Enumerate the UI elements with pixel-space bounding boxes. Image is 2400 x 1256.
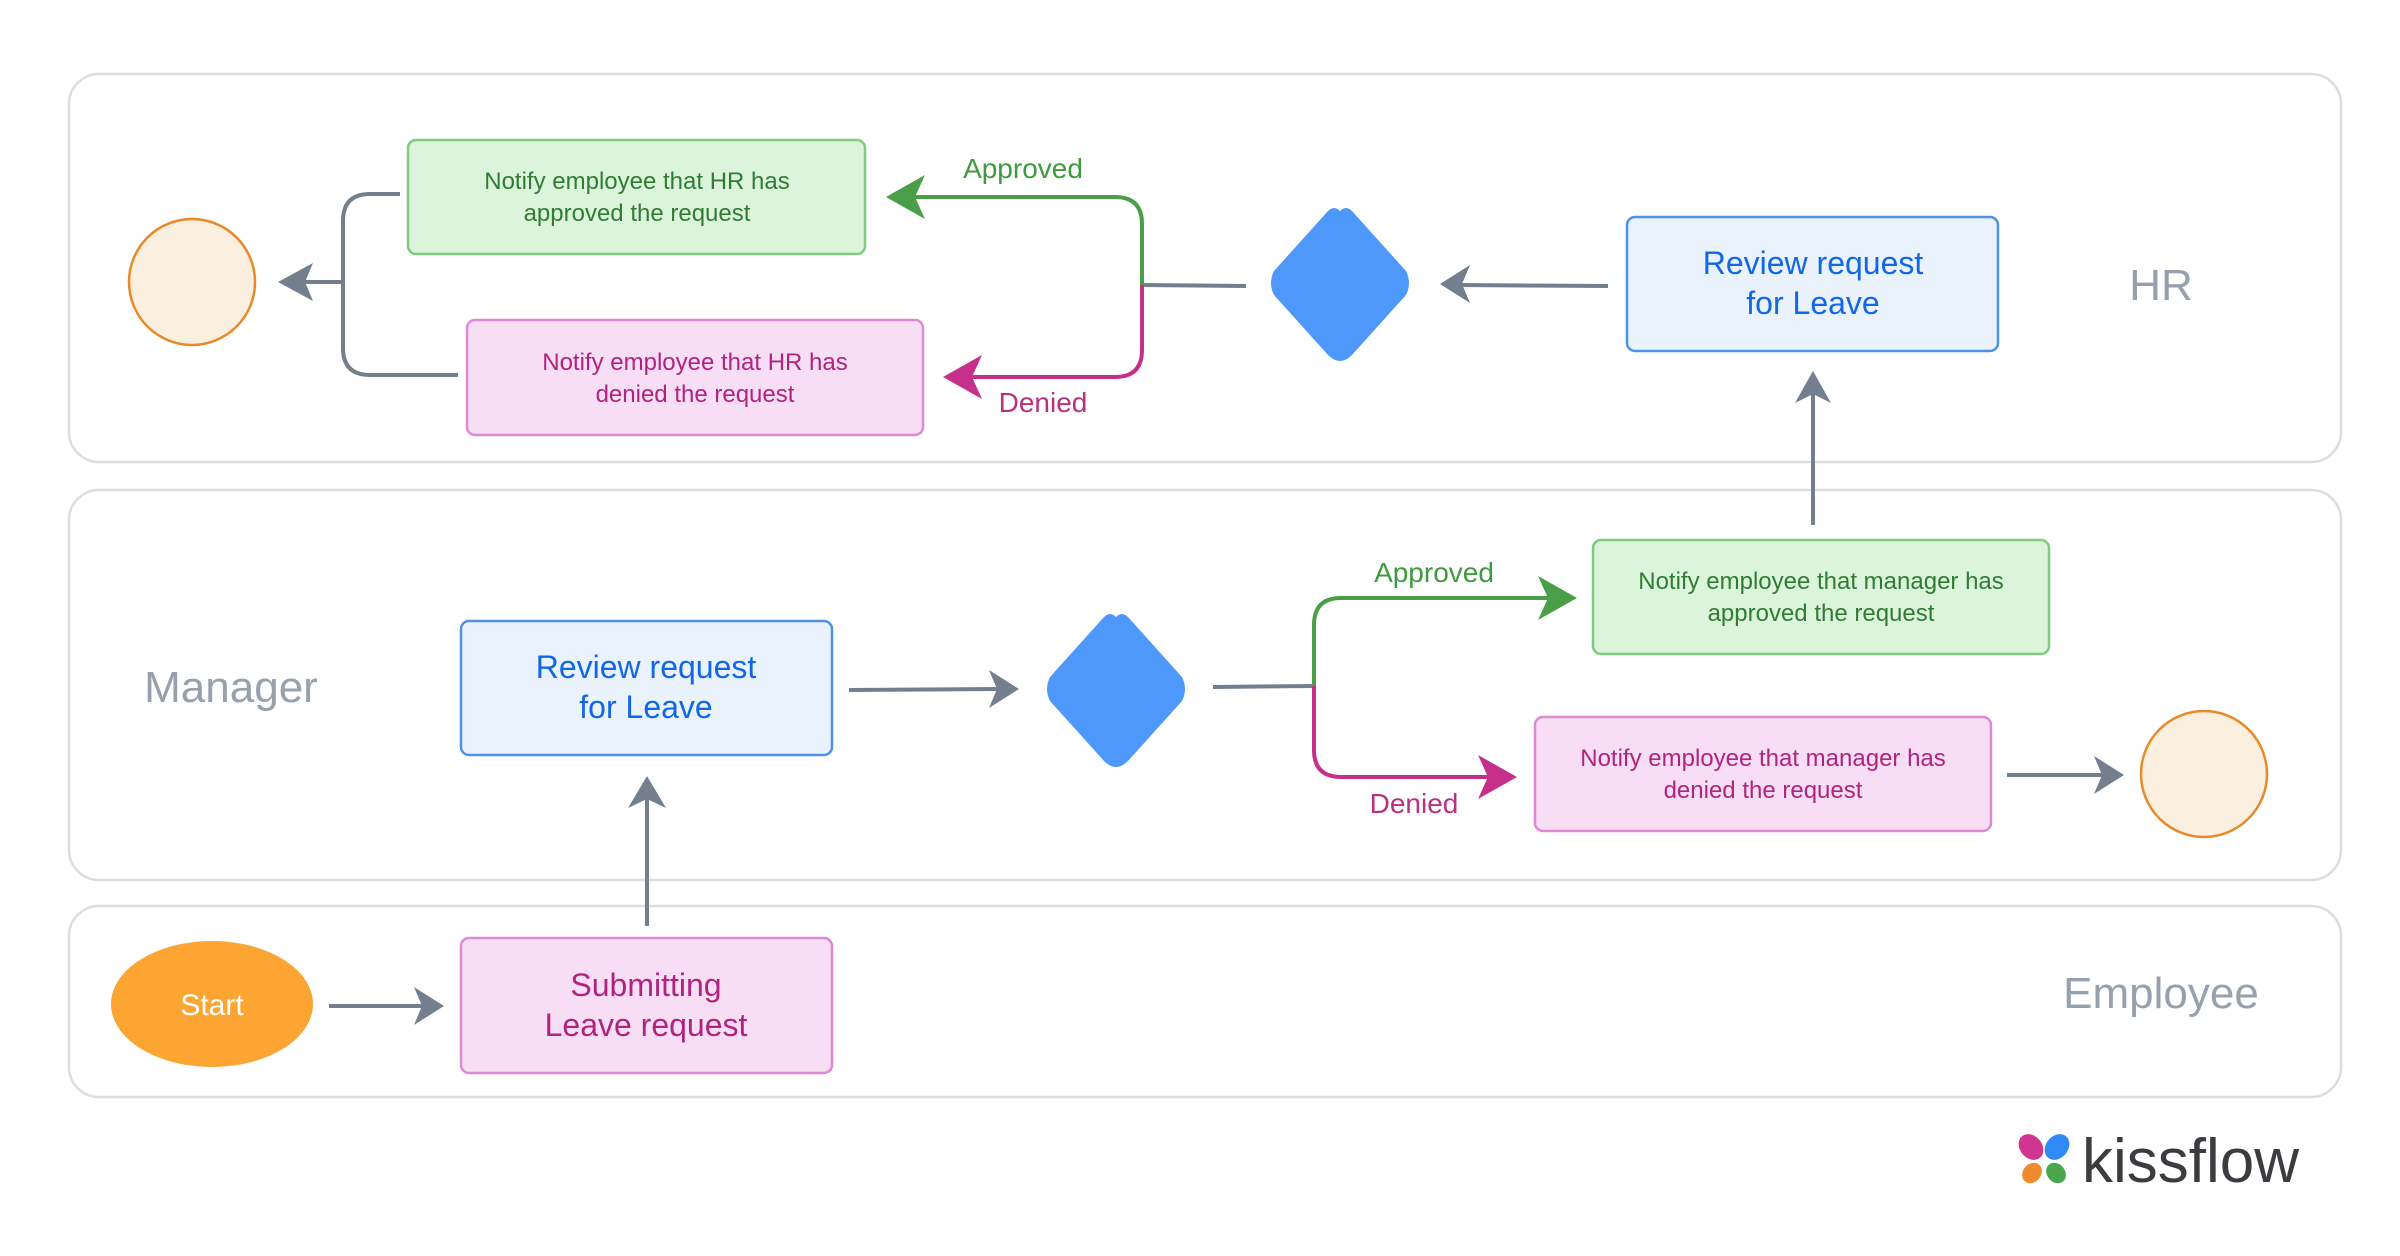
submit-task-line2: Leave request	[545, 1007, 748, 1043]
workflow-diagram: HR Manager Employee Start Submitting Lea…	[67, 72, 2343, 1196]
manager-approved-line2: approved the request	[1708, 600, 1935, 627]
manager-denied-label: Denied	[1370, 788, 1459, 819]
manager-review-line2: for Leave	[579, 689, 712, 725]
lane-hr-background	[67, 72, 2343, 464]
connector-line	[1212, 684, 1315, 689]
manager-approved-task[interactable]: Notify employee that manager has approve…	[1591, 538, 2051, 656]
submit-leave-request-task[interactable]: Submitting Leave request	[459, 936, 834, 1075]
manager-denied-box[interactable]	[1533, 715, 1993, 833]
hr-review-line1: Review request	[1703, 245, 1924, 281]
hr-denied-line1: Notify employee that HR has	[542, 349, 847, 376]
logo-petal	[2018, 1134, 2044, 1160]
connector-line	[848, 687, 1001, 692]
hr-denied-task[interactable]: Notify employee that HR has denied the r…	[465, 318, 925, 437]
lane-employee-label: Employee	[2063, 969, 2259, 1018]
manager-denied-line1: Notify employee that manager has	[1580, 745, 1946, 772]
start-label: Start	[180, 989, 244, 1022]
submit-task-box[interactable]	[459, 936, 834, 1075]
hr-review-line2: for Leave	[1746, 285, 1879, 321]
connector-line	[1457, 283, 1609, 288]
connector-line	[1141, 283, 1247, 288]
submit-task-line1: Submitting	[570, 967, 721, 1003]
kissflow-wordmark: kissflow	[2082, 1127, 2299, 1196]
hr-denied-box[interactable]	[465, 318, 925, 437]
hr-approved-label: Approved	[963, 153, 1083, 184]
manager-denied-task[interactable]: Notify employee that manager has denied …	[1533, 715, 1993, 833]
kissflow-butterfly-icon	[2018, 1134, 2070, 1184]
manager-denied-line2: denied the request	[1664, 777, 1863, 804]
hr-approved-line2: approved the request	[524, 200, 751, 227]
kissflow-logo: kissflow	[2018, 1127, 2299, 1196]
lane-manager-label: Manager	[144, 663, 318, 712]
manager-approved-line1: Notify employee that manager has	[1638, 568, 2004, 595]
manager-end-event[interactable]	[2139, 709, 2269, 839]
logo-petal	[2044, 1134, 2070, 1160]
start-node[interactable]: Start	[111, 941, 313, 1067]
lane-employee: Employee	[67, 904, 2343, 1099]
hr-review-task[interactable]: Review request for Leave	[1625, 215, 2000, 353]
hr-review-box[interactable]	[1625, 215, 2000, 353]
hr-denied-label: Denied	[999, 387, 1088, 418]
lane-employee-background	[67, 904, 2343, 1099]
hr-approved-box[interactable]	[406, 138, 867, 256]
hr-approved-line1: Notify employee that HR has	[484, 168, 789, 195]
manager-review-task[interactable]: Review request for Leave	[459, 619, 834, 757]
manager-approved-box[interactable]	[1591, 538, 2051, 656]
hr-approved-task[interactable]: Notify employee that HR has approved the…	[406, 138, 867, 256]
logo-petal	[2046, 1162, 2066, 1184]
lane-hr: HR	[67, 72, 2343, 464]
hr-denied-line2: denied the request	[596, 381, 795, 408]
manager-review-line1: Review request	[536, 649, 757, 685]
lane-hr-label: HR	[2129, 261, 2193, 310]
manager-approved-label: Approved	[1374, 557, 1494, 588]
logo-petal	[2022, 1162, 2042, 1184]
hr-end-event[interactable]	[127, 217, 257, 347]
manager-review-box[interactable]	[459, 619, 834, 757]
